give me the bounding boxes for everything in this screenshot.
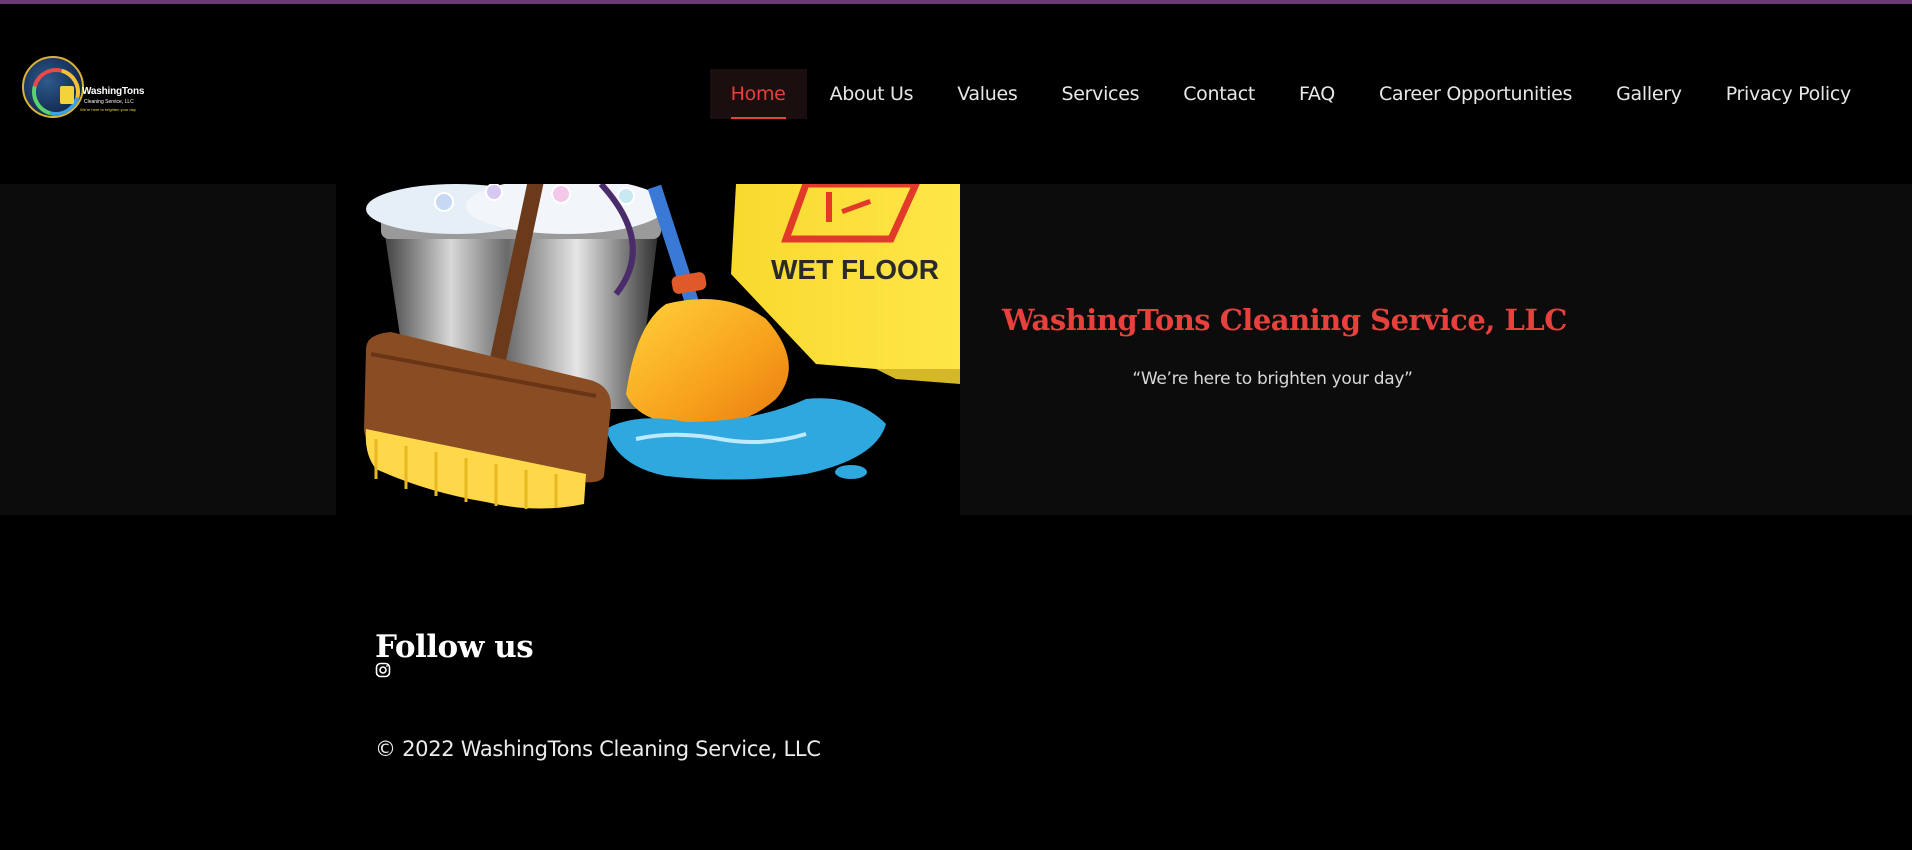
nav-item-services[interactable]: Services [1040,69,1160,119]
nav-item-label: About Us [829,83,914,105]
nav-item-label: Contact [1183,83,1256,105]
logo-tagline-text: We're here to brighten your day [80,107,136,112]
hero-section: WET FLOOR WashingTons Cleaning Service, … [0,184,1912,515]
svg-text:WET FLOOR: WET FLOOR [771,254,939,285]
follow-us-heading: Follow us [375,628,534,665]
nav-item-label: Career Opportunities [1378,83,1573,105]
site-logo[interactable]: WashingTons Cleaning Service, LLC We're … [22,52,144,130]
nav-item-label: Services [1061,83,1140,105]
hero-tagline: “We’re here to brighten your day” [1132,369,1413,389]
instagram-icon[interactable] [375,662,391,678]
main-nav: Home About Us Values Services Contact FA… [708,69,1872,119]
nav-item-label: Values [957,83,1018,105]
page: WashingTons Cleaning Service, LLC We're … [0,0,1912,850]
nav-item-faq[interactable]: FAQ [1278,69,1356,119]
cleaning-supplies-illustration: WET FLOOR [364,184,960,509]
nav-item-contact[interactable]: Contact [1162,69,1276,119]
nav-item-gallery[interactable]: Gallery [1595,69,1703,119]
nav-item-home[interactable]: Home [709,69,807,119]
rainbow-icon [24,59,82,116]
logo-emblem-icon [22,56,84,118]
nav-item-about-us[interactable]: About Us [809,69,935,119]
logo-sub-text: Cleaning Service, LLC [84,99,134,105]
nav-item-label: Gallery [1616,83,1682,105]
nav-item-label: FAQ [1299,83,1335,105]
site-header: WashingTons Cleaning Service, LLC We're … [0,4,1912,184]
logo-brand-text: WashingTons [82,86,145,97]
hero-title: WashingTons Cleaning Service, LLC [1002,303,1567,338]
nav-item-privacy-policy[interactable]: Privacy Policy [1705,69,1872,119]
nav-item-label: Home [730,83,786,105]
nav-item-label: Privacy Policy [1725,83,1852,105]
nav-item-career-opportunities[interactable]: Career Opportunities [1358,69,1593,119]
nav-item-values[interactable]: Values [936,69,1038,119]
cleaning-supplies-image: WET FLOOR [336,184,960,515]
bucket-icon [60,86,74,104]
copyright-text: © 2022 WashingTons Cleaning Service, LLC [375,737,821,761]
active-underline [730,117,786,119]
